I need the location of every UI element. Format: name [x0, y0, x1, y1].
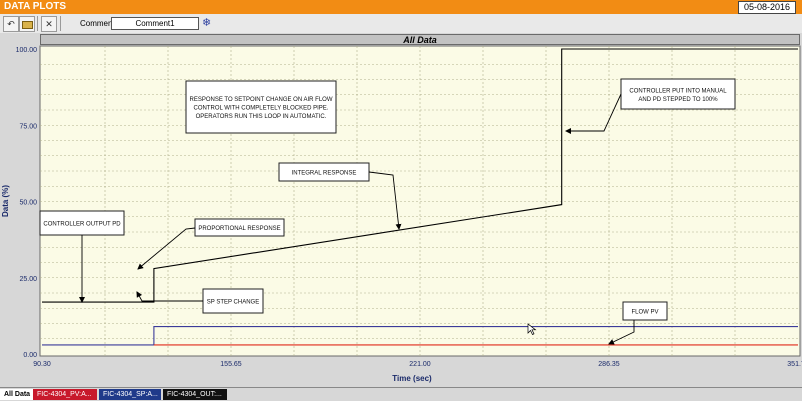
annotation-text: AND PD STEPPED TO 100%	[638, 97, 718, 103]
x-axis-label: Time (sec)	[392, 374, 432, 383]
annotation-text: INTEGRAL RESPONSE	[292, 171, 357, 177]
x-tick-label: 221.00	[409, 361, 431, 368]
annotation-text: FLOW PV	[631, 310, 658, 316]
x-tick-label: 286.35	[598, 361, 620, 368]
y-tick-label: 50.00	[19, 200, 37, 207]
annotation-integral-response: INTEGRAL RESPONSE	[278, 162, 370, 182]
annotation-manual-note: CONTROLLER PUT INTO MANUAL AND PD STEPPED…	[620, 78, 736, 110]
tab-all-data[interactable]: All Data	[0, 389, 33, 400]
x-tick-label: 90.30	[33, 361, 51, 368]
annotation-proportional-response: PROPORTIONAL RESPONSE	[194, 218, 285, 237]
y-tick-label: 75.00	[19, 123, 37, 130]
tab-sp[interactable]: FIC-4304_SP:A...	[99, 389, 161, 400]
y-tick-label: 25.00	[19, 276, 37, 283]
tab-pv[interactable]: FIC-4304_PV:A...	[33, 389, 97, 400]
y-axis-label: Data (%)	[1, 185, 10, 217]
annotation-text: RESPONSE TO SETPOINT CHANGE ON AIR FLOW	[189, 97, 332, 103]
y-tick-label: 100.00	[16, 47, 38, 54]
annotation-text: SP STEP CHANGE	[207, 300, 259, 306]
annotation-text: OPERATORS RUN THIS LOOP IN AUTOMATIC.	[196, 114, 327, 120]
annotation-text: CONTROLLER OUTPUT PD	[43, 222, 121, 228]
line-chart[interactable]: 0.00 25.00 50.00 75.00 100.00 90.30 155.65 221.…	[0, 0, 802, 387]
tab-out[interactable]: FIC-4304_OUT:...	[163, 389, 227, 400]
annotation-text: CONTROLLER PUT INTO MANUAL	[629, 88, 727, 94]
tab-bar: All Data FIC-4304_PV:A... FIC-4304_SP:A.…	[0, 387, 802, 401]
annotation-sp-step-change: SP STEP CHANGE	[202, 288, 264, 314]
x-tick-label: 155.65	[220, 361, 242, 368]
annotation-text: PROPORTIONAL RESPONSE	[198, 226, 280, 232]
annotation-flow-pv: FLOW PV	[622, 301, 668, 321]
x-tick-label: 351.70	[787, 361, 802, 368]
annotation-text: CONTROL WITH COMPLETELY BLOCKED PIPE.	[194, 106, 329, 112]
annotation-controller-output: CONTROLLER OUTPUT PD	[39, 210, 125, 236]
annotation-setpoint-note: RESPONSE TO SETPOINT CHANGE ON AIR FLOW C…	[185, 80, 337, 134]
y-tick-label: 0.00	[23, 352, 37, 359]
